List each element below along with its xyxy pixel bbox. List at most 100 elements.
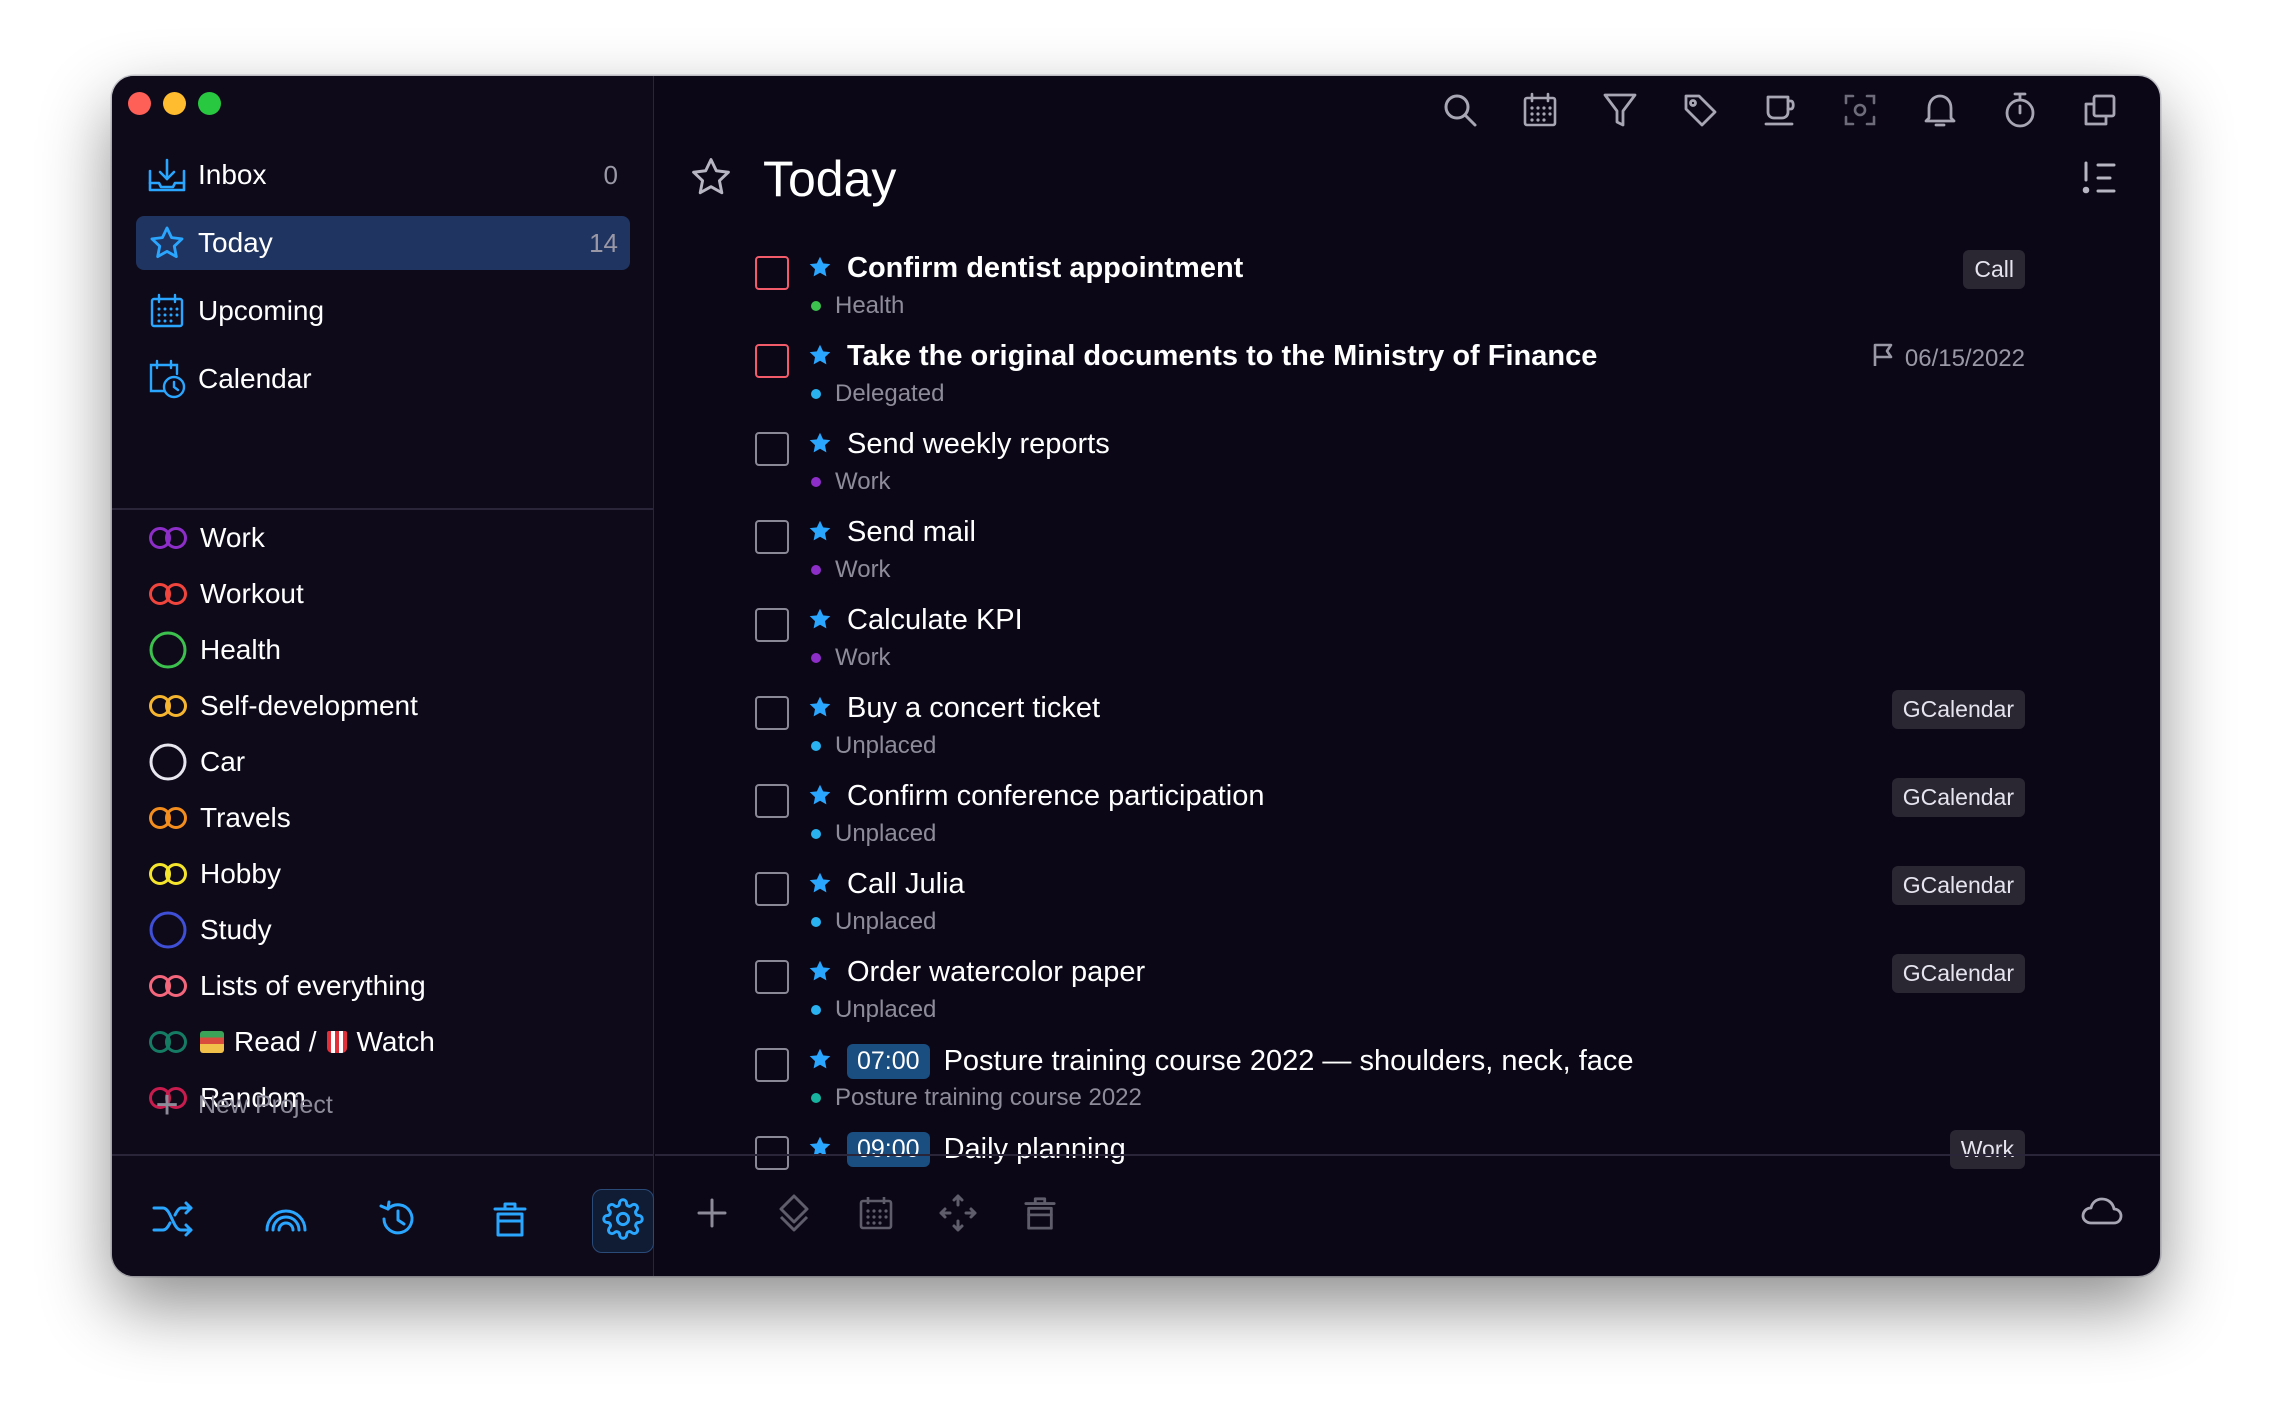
history-button[interactable] — [367, 1189, 429, 1253]
task-project: Work — [811, 644, 891, 672]
sidebar-project-item[interactable]: Read / Watch — [136, 1014, 630, 1070]
sidebar-item-label: Today — [198, 227, 273, 258]
task-deadline[interactable]: 06/15/2022 — [1871, 342, 2025, 375]
sidebar-project-item[interactable]: Travels — [136, 790, 630, 846]
filter-icon[interactable] — [1600, 90, 1640, 130]
move-button[interactable] — [773, 1194, 815, 1236]
task-tag[interactable]: Work — [1949, 1130, 2025, 1169]
task-row[interactable]: Take the original documents to the Minis… — [755, 336, 2025, 424]
project-label: Lists of everything — [200, 970, 426, 1001]
task-checkbox[interactable] — [755, 1136, 789, 1170]
task-tag[interactable]: Call — [1963, 250, 2025, 289]
task-checkbox[interactable] — [755, 432, 789, 466]
task-row[interactable]: Confirm dentist appointment Health Call — [755, 248, 2025, 336]
zoom-button[interactable] — [198, 92, 221, 115]
new-project-label: New Project — [198, 1090, 333, 1119]
priority-sort-icon — [2080, 161, 2120, 200]
sidebar-item-today[interactable]: Today 14 — [136, 216, 630, 270]
task-tag[interactable]: GCalendar — [1891, 778, 2025, 817]
task-checkbox[interactable] — [755, 520, 789, 554]
sidebar-project-item[interactable]: Study — [136, 902, 630, 958]
task-title-group: Call Julia — [847, 868, 965, 901]
arrange-button[interactable] — [937, 1194, 979, 1236]
add-task-button[interactable] — [691, 1194, 733, 1236]
sidebar-item-calendar[interactable]: Calendar — [136, 352, 630, 406]
task-checkbox[interactable] — [755, 696, 789, 730]
task-row[interactable]: Confirm conference participation Unplaced… — [755, 776, 2025, 864]
task-tag[interactable]: GCalendar — [1891, 954, 2025, 993]
sidebar-bottom-bar — [112, 1166, 654, 1276]
history-icon — [377, 1198, 419, 1245]
star-icon — [807, 430, 835, 458]
star-icon — [807, 694, 835, 722]
sidebar-project-item[interactable]: Car — [136, 734, 630, 790]
main-bottom-divider — [655, 1154, 2160, 1156]
project-dot-icon — [811, 829, 821, 839]
sidebar-item-inbox[interactable]: Inbox 0 — [136, 148, 630, 202]
sidebar: Inbox 0 Today 14 Upcoming Calendar Work … — [112, 76, 654, 1276]
rainbow-button[interactable] — [254, 1189, 316, 1253]
search-icon[interactable] — [1440, 90, 1480, 130]
task-row[interactable]: Send mail Work — [755, 512, 2025, 600]
star-icon[interactable] — [689, 155, 733, 204]
task-row[interactable]: Calculate KPI Work — [755, 600, 2025, 688]
window-controls — [128, 92, 221, 115]
task-row[interactable]: 07:00 Posture training course 2022 — shou… — [755, 1040, 2025, 1128]
task-row[interactable]: Call Julia Unplaced GCalendar — [755, 864, 2025, 952]
sync-button[interactable] — [2080, 1196, 2124, 1231]
task-row[interactable]: Buy a concert ticket Unplaced GCalendar — [755, 688, 2025, 776]
copy-icon[interactable] — [2080, 90, 2120, 130]
task-row[interactable]: Order watercolor paper Unplaced GCalendar — [755, 952, 2025, 1040]
settings-icon — [602, 1197, 644, 1245]
add-icon — [695, 1196, 729, 1235]
project-dot-icon — [811, 389, 821, 399]
settings-button[interactable] — [591, 1189, 654, 1253]
trash-button[interactable] — [479, 1189, 541, 1253]
task-checkbox[interactable] — [755, 256, 789, 290]
star-icon — [807, 1134, 835, 1162]
task-checkbox[interactable] — [755, 608, 789, 642]
sidebar-project-item[interactable]: Hobby — [136, 846, 630, 902]
calendar-grid-icon[interactable] — [1520, 90, 1560, 130]
project-label: Self-development — [200, 690, 418, 721]
task-checkbox[interactable] — [755, 1048, 789, 1082]
focus-icon[interactable] — [1840, 90, 1880, 130]
books-emoji-icon — [200, 1031, 224, 1053]
sidebar-item-upcoming[interactable]: Upcoming — [136, 284, 630, 338]
task-checkbox[interactable] — [755, 960, 789, 994]
sidebar-project-item[interactable]: Lists of everything — [136, 958, 630, 1014]
task-tag[interactable]: GCalendar — [1891, 866, 2025, 905]
timer-icon[interactable] — [2000, 90, 2040, 130]
minimize-button[interactable] — [163, 92, 186, 115]
sidebar-project-item[interactable]: Self-development — [136, 678, 630, 734]
tag-icon[interactable] — [1680, 90, 1720, 130]
new-project-button[interactable]: + New Project — [136, 1080, 333, 1130]
coffee-icon[interactable] — [1760, 90, 1800, 130]
task-checkbox[interactable] — [755, 872, 789, 906]
schedule-button[interactable] — [855, 1194, 897, 1236]
sidebar-project-item[interactable]: Health — [136, 622, 630, 678]
delete-button[interactable] — [1019, 1194, 1061, 1236]
task-row[interactable]: Send weekly reports Work — [755, 424, 2025, 512]
sidebar-project-item[interactable]: Work — [136, 510, 630, 566]
task-project: Posture training course 2022 — [811, 1084, 1142, 1112]
task-title: Confirm conference participation — [847, 780, 1265, 812]
flag-icon — [1871, 342, 1895, 375]
bell-icon[interactable] — [1920, 90, 1960, 130]
close-button[interactable] — [128, 92, 151, 115]
task-project-label: Unplaced — [835, 732, 937, 759]
task-title: Order watercolor paper — [847, 956, 1146, 988]
plus-icon: + — [155, 1083, 179, 1127]
task-project-label: Unplaced — [835, 908, 937, 935]
sort-button[interactable] — [2080, 160, 2120, 201]
arrows-icon — [938, 1193, 978, 1238]
project-label: Travels — [200, 802, 291, 833]
task-checkbox[interactable] — [755, 344, 789, 378]
shuffle-button[interactable] — [142, 1189, 204, 1253]
task-tag[interactable]: GCalendar — [1891, 690, 2025, 729]
page-title: Today — [763, 151, 897, 207]
sidebar-project-item[interactable]: Workout — [136, 566, 630, 622]
task-project-label: Unplaced — [835, 996, 937, 1023]
project-dot-icon — [811, 301, 821, 311]
task-checkbox[interactable] — [755, 784, 789, 818]
